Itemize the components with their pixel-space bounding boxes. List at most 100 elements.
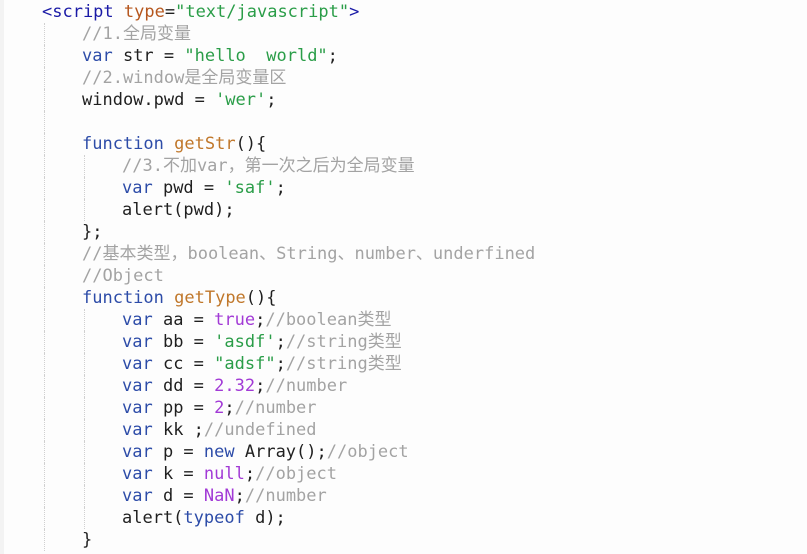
code-token: //object <box>326 442 409 462</box>
indent-guide <box>44 111 45 133</box>
code-editor[interactable]: <script type="text/javascript">//1.全局变量 v… <box>0 0 807 554</box>
code-token: //string类型 <box>285 332 402 352</box>
code-line[interactable]: var dd = 2.32;//number <box>0 375 807 397</box>
indent-guide <box>84 507 85 529</box>
code-line[interactable]: var aa = true;//boolean类型 <box>0 309 807 331</box>
indent-guide <box>44 89 45 111</box>
code-token: (){ <box>235 134 267 154</box>
code-token: ; <box>275 332 286 352</box>
code-token: //Object <box>82 266 164 286</box>
indent-guide <box>44 353 45 375</box>
code-token: alert(pwd); <box>122 200 235 220</box>
code-line-content: window.pwd = 'wer'; <box>82 89 277 111</box>
code-token: //boolean类型 <box>265 310 392 330</box>
code-line-content: }; <box>82 221 102 243</box>
code-token: var <box>122 310 153 330</box>
code-token: cc = <box>152 354 215 374</box>
code-line[interactable]: var d = NaN;//number <box>0 485 807 507</box>
code-line[interactable]: var cc = "adsf";//string类型 <box>0 353 807 375</box>
code-line-content: var d = NaN;//number <box>122 485 327 507</box>
indent-guide <box>84 199 85 221</box>
code-line[interactable]: }; <box>0 221 807 243</box>
indent-guide <box>44 265 45 287</box>
code-token: var <box>82 46 113 66</box>
code-token: true <box>214 310 256 330</box>
code-line[interactable]: var p = new Array();//object <box>0 441 807 463</box>
code-token: d = <box>152 486 204 506</box>
code-token: 2.32 <box>214 376 256 396</box>
code-token: alert( <box>122 508 184 528</box>
indent-guide <box>44 133 45 155</box>
code-line[interactable]: var k = null;//object <box>0 463 807 485</box>
code-token: 'wer' <box>215 90 267 110</box>
code-token: pwd = <box>152 178 225 198</box>
code-token: var <box>122 178 153 198</box>
code-token: var <box>122 420 153 440</box>
code-token: str = <box>112 46 185 66</box>
indent-guide <box>44 397 45 419</box>
code-line-content: function getType(){ <box>82 287 277 309</box>
code-line-content: alert(typeof d); <box>122 507 286 529</box>
code-line-content: //3.不加var，第一次之后为全局变量 <box>122 155 415 177</box>
code-token: getType <box>174 288 246 308</box>
code-token: var <box>122 376 153 396</box>
indent-guide <box>44 199 45 221</box>
code-line-content: var str = "hello world"; <box>82 45 338 67</box>
indent-guide <box>84 463 85 485</box>
code-token: bb = <box>152 332 215 352</box>
code-token: //3.不加var，第一次之后为全局变量 <box>122 156 415 176</box>
code-token: var <box>122 442 153 462</box>
code-line[interactable] <box>0 111 807 133</box>
code-area[interactable]: <script type="text/javascript">//1.全局变量 v… <box>0 0 807 551</box>
code-token: aa = <box>152 310 215 330</box>
code-line-content: var dd = 2.32;//number <box>122 375 347 397</box>
code-token: var <box>122 464 153 484</box>
indent-guide <box>44 243 45 265</box>
code-line[interactable]: //2.window是全局变量区 <box>0 67 807 89</box>
code-line[interactable]: var kk ;//undefined <box>0 419 807 441</box>
code-line[interactable]: var pp = 2;//number <box>0 397 807 419</box>
indent-guide <box>84 177 85 199</box>
code-line-content: var bb = 'asdf';//string类型 <box>122 331 402 353</box>
code-line-content: //Object <box>82 265 164 287</box>
code-token: ; <box>275 354 286 374</box>
code-line[interactable]: function getType(){ <box>0 287 807 309</box>
indent-guide <box>84 309 85 331</box>
code-token: ; <box>255 310 266 330</box>
code-line[interactable]: var bb = 'asdf';//string类型 <box>0 331 807 353</box>
code-token: var <box>122 398 153 418</box>
code-token: (){ <box>245 288 277 308</box>
indent-guide <box>44 419 45 441</box>
indent-guide <box>44 507 45 529</box>
code-token: //基本类型，boolean、String、number、underfined <box>82 244 536 264</box>
code-line-content: } <box>82 529 92 551</box>
indent-guide <box>44 23 45 45</box>
code-line[interactable]: //Object <box>0 265 807 287</box>
code-token: > <box>349 2 360 22</box>
code-line-content: var p = new Array();//object <box>122 441 409 463</box>
code-line-content: //2.window是全局变量区 <box>82 67 286 89</box>
code-line[interactable]: //基本类型，boolean、String、number、underfined <box>0 243 807 265</box>
code-token: null <box>203 464 245 484</box>
indent-guide <box>44 287 45 309</box>
code-line-content: alert(pwd); <box>122 199 235 221</box>
code-line[interactable]: <script type="text/javascript"> <box>0 1 807 23</box>
code-line[interactable]: //3.不加var，第一次之后为全局变量 <box>0 155 807 177</box>
code-line[interactable]: var pwd = 'saf'; <box>0 177 807 199</box>
code-line[interactable]: function getStr(){ <box>0 133 807 155</box>
code-line[interactable]: alert(typeof d); <box>0 507 807 529</box>
code-line[interactable]: window.pwd = 'wer'; <box>0 89 807 111</box>
code-token: //string类型 <box>285 354 402 374</box>
code-token: getStr <box>174 134 236 154</box>
code-token: ; <box>327 46 338 66</box>
code-line[interactable]: var str = "hello world"; <box>0 45 807 67</box>
code-line[interactable]: } <box>0 529 807 551</box>
indent-guide <box>44 309 45 331</box>
code-line-content: var k = null;//object <box>122 463 337 485</box>
code-token: kk ; <box>152 420 204 440</box>
code-line[interactable]: //1.全局变量 <box>0 23 807 45</box>
code-line[interactable]: alert(pwd); <box>0 199 807 221</box>
code-token: ; <box>275 178 286 198</box>
indent-guide <box>84 331 85 353</box>
